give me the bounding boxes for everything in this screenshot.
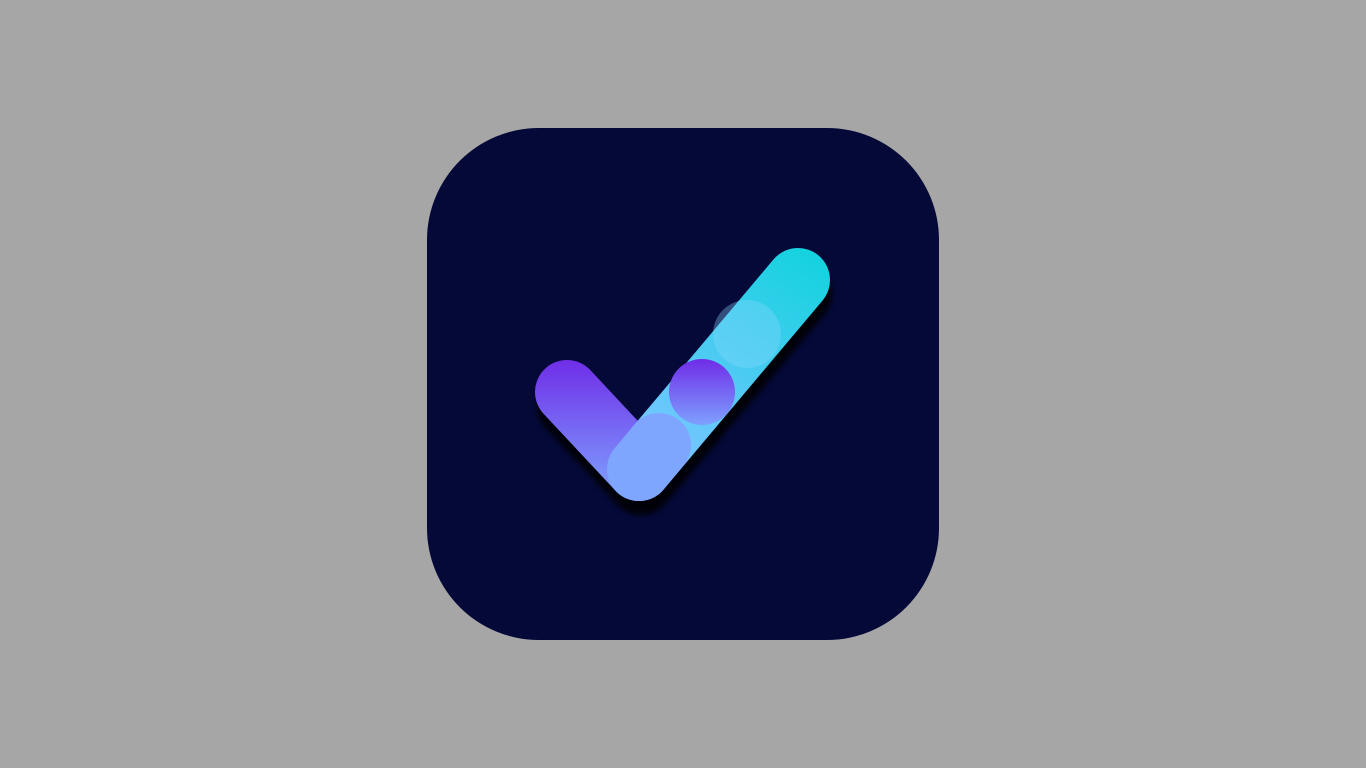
app-icon-tile[interactable] [427, 128, 939, 640]
checkmark-icon [535, 248, 832, 515]
screen: { "screen": { "background_color": "#a6a6… [0, 0, 1366, 768]
checkmark-highlight-disc [713, 300, 781, 368]
checkmark-vertex [607, 413, 691, 501]
checkmark-nub [669, 359, 735, 425]
